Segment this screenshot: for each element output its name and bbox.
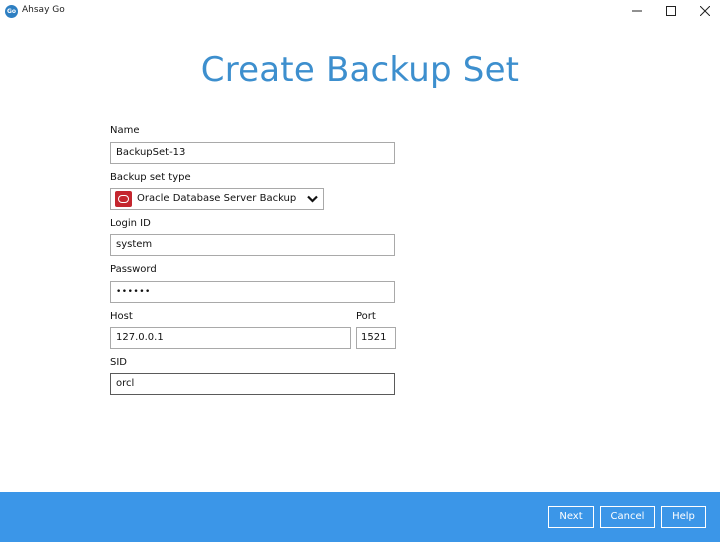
sid-input[interactable]: orcl [110,373,395,395]
next-button[interactable]: Next [548,506,594,528]
host-input[interactable]: 127.0.0.1 [110,327,351,349]
window-title: Ahsay Go [22,5,65,15]
minimize-icon [632,10,642,12]
sid-label: SID [110,357,127,368]
page-title: Create Backup Set [200,50,520,90]
minimize-button[interactable] [622,0,652,22]
cancel-button[interactable]: Cancel [600,506,655,528]
login-id-input[interactable]: system [110,234,395,256]
close-icon [700,6,710,16]
chevron-down-icon [307,195,318,203]
password-label: Password [110,264,157,275]
port-label: Port [356,311,376,322]
name-label: Name [110,125,140,136]
close-button[interactable] [690,0,720,22]
title-bar: Go Ahsay Go [0,0,720,22]
backup-set-type-select[interactable]: Oracle Database Server Backup [110,188,324,210]
password-input[interactable]: •••••• [110,281,395,303]
backup-set-type-label: Backup set type [110,172,191,183]
maximize-icon [666,6,676,16]
port-input[interactable]: 1521 [356,327,396,349]
bottom-bar: Next Cancel Help [0,492,720,542]
host-label: Host [110,311,133,322]
name-input[interactable]: BackupSet-13 [110,142,395,164]
maximize-button[interactable] [656,0,686,22]
backup-set-type-value: Oracle Database Server Backup [137,193,297,204]
ahsay-go-icon: Go [5,5,18,18]
oracle-logo-icon [115,191,132,207]
help-button[interactable]: Help [661,506,706,528]
login-id-label: Login ID [110,218,151,229]
